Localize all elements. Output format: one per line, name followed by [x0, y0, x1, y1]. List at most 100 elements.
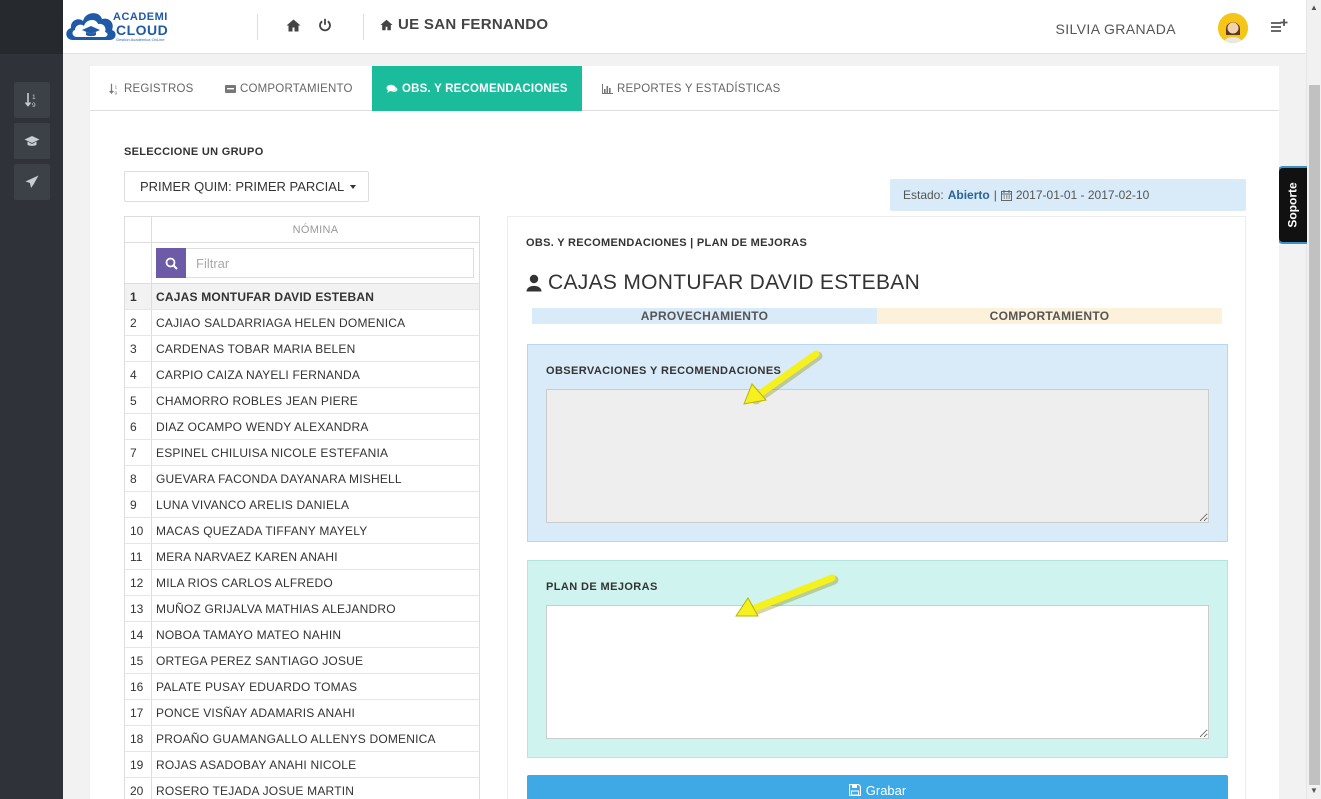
- table-row[interactable]: 10 MACAS QUEZADA TIFFANY MAYELY: [125, 518, 479, 544]
- main-panel: 19 REGISTROS COMPORTAMIENTO OBS. Y RECOM…: [90, 66, 1279, 799]
- academicloud-logo[interactable]: ACADEMI CLOUD Gestión Académica OnLine: [63, 6, 178, 48]
- save-button[interactable]: Grabar: [527, 775, 1228, 799]
- row-number: 6: [125, 414, 152, 439]
- comments-icon: [386, 84, 398, 93]
- observaciones-label: OBSERVACIONES Y RECOMENDACIONES: [546, 365, 782, 377]
- plan-mejoras-textarea[interactable]: [546, 605, 1209, 739]
- tab-reportes[interactable]: REPORTES Y ESTADÍSTICAS: [588, 66, 795, 111]
- floppy-disk-icon: [848, 784, 861, 796]
- table-row[interactable]: 11 MERA NARVAEZ KAREN ANAHI: [125, 544, 479, 570]
- row-number: 4: [125, 362, 152, 387]
- table-row[interactable]: 19 ROJAS ASADOBAY ANAHI NICOLE: [125, 752, 479, 778]
- sidebar-item-mensajes[interactable]: [14, 164, 50, 200]
- search-button[interactable]: [156, 248, 186, 278]
- tab-label: OBS. Y RECOMENDACIONES: [402, 82, 568, 95]
- table-row[interactable]: 3 CARDENAS TOBAR MARIA BELEN: [125, 336, 479, 362]
- group-dropdown-value: PRIMER QUIM: PRIMER PARCIAL: [140, 179, 345, 194]
- table-row[interactable]: 18 PROAÑO GUAMANGALLO ALLENYS DOMENICA: [125, 726, 479, 752]
- home-icon: [380, 19, 393, 30]
- table-row[interactable]: 16 PALATE PUSAY EDUARDO TOMAS: [125, 674, 479, 700]
- table-row[interactable]: 6 DIAZ OCAMPO WENDY ALEXANDRA: [125, 414, 479, 440]
- table-row[interactable]: 14 NOBOA TAMAYO MATEO NAHIN: [125, 622, 479, 648]
- nomina-title: NÓMINA: [292, 224, 339, 236]
- row-number: 12: [125, 570, 152, 595]
- student-name-cell: CARPIO CAIZA NAYELI FERNANDA: [156, 368, 361, 382]
- table-row[interactable]: 9 LUNA VIVANCO ARELIS DANIELA: [125, 492, 479, 518]
- table-row[interactable]: 20 ROSERO TEJADA JOSUE MARTIN: [125, 778, 479, 799]
- user-icon: [526, 274, 542, 292]
- student-name-cell: GUEVARA FACONDA DAYANARA MISHELL: [156, 472, 402, 486]
- estado-prefix: Estado:: [903, 188, 944, 202]
- row-number: 1: [125, 284, 152, 309]
- sidebar-item-registros[interactable]: 19: [14, 82, 50, 118]
- tab-registros[interactable]: 19 REGISTROS: [95, 66, 208, 111]
- student-name-cell: CARDENAS TOBAR MARIA BELEN: [156, 342, 356, 356]
- support-tab[interactable]: Soporte: [1277, 166, 1307, 244]
- row-number: 11: [125, 544, 152, 569]
- estado-separator: |: [993, 188, 997, 202]
- chevron-down-icon: [350, 184, 357, 189]
- user-name[interactable]: SILVIA GRANADA: [1056, 21, 1177, 37]
- row-number: 14: [125, 622, 152, 647]
- page-scrollbar[interactable]: ▲ ▼: [1306, 0, 1321, 799]
- user-avatar[interactable]: [1218, 13, 1248, 43]
- student-name-cell: MUÑOZ GRIJALVA MATHIAS ALEJANDRO: [156, 602, 396, 616]
- observaciones-box: OBSERVACIONES Y RECOMENDACIONES: [527, 344, 1228, 542]
- scroll-down-arrow[interactable]: ▼: [1310, 786, 1318, 795]
- search-icon: [165, 257, 178, 270]
- student-name-cell: PROAÑO GUAMANGALLO ALLENYS DOMENICA: [156, 732, 436, 746]
- filter-input[interactable]: Filtrar: [186, 248, 474, 278]
- table-row[interactable]: 4 CARPIO CAIZA NAYELI FERNANDA: [125, 362, 479, 388]
- calendar-icon: [1000, 189, 1012, 201]
- student-name-cell: ROSERO TEJADA JOSUE MARTIN: [156, 784, 355, 798]
- student-name-cell: PONCE VISÑAY ADAMARIS ANAHI: [156, 706, 356, 720]
- table-row[interactable]: 1 CAJAS MONTUFAR DAVID ESTEBAN: [125, 284, 479, 310]
- table-row[interactable]: 15 ORTEGA PEREZ SANTIAGO JOSUE: [125, 648, 479, 674]
- logo-tagline: Gestión Académica OnLine: [116, 37, 165, 42]
- row-number: 20: [125, 778, 152, 799]
- left-sidebar: 19: [0, 0, 63, 799]
- table-row[interactable]: 17 PONCE VISÑAY ADAMARIS ANAHI: [125, 700, 479, 726]
- scroll-up-arrow[interactable]: ▲: [1310, 3, 1318, 12]
- sidebar-item-grupos[interactable]: [14, 123, 50, 159]
- school-title[interactable]: UE SAN FERNANDO: [380, 16, 548, 33]
- logo-text-cloud: CLOUD: [116, 22, 169, 38]
- tab-obs-recomendaciones[interactable]: OBS. Y RECOMENDACIONES: [372, 66, 582, 111]
- group-dropdown[interactable]: PRIMER QUIM: PRIMER PARCIAL: [124, 171, 369, 202]
- table-row[interactable]: 2 CAJIAO SALDARRIAGA HELEN DOMENICA: [125, 310, 479, 336]
- menu-add-button[interactable]: [1270, 18, 1288, 36]
- row-number: 5: [125, 388, 152, 413]
- row-number: 9: [125, 492, 152, 517]
- sort-icon: 19: [25, 93, 36, 108]
- card-icon: [225, 84, 236, 93]
- student-name-cell: ROJAS ASADOBAY ANAHI NICOLE: [156, 758, 357, 772]
- student-name-cell: LUNA VIVANCO ARELIS DANIELA: [156, 498, 350, 512]
- student-name-cell: MILA RIOS CARLOS ALFREDO: [156, 576, 333, 590]
- table-row[interactable]: 5 CHAMORRO ROBLES JEAN PIERE: [125, 388, 479, 414]
- home-button[interactable]: [283, 15, 303, 35]
- row-number: 3: [125, 336, 152, 361]
- scroll-thumb[interactable]: [1309, 85, 1320, 785]
- row-number: 13: [125, 596, 152, 621]
- list-plus-icon: [1271, 19, 1288, 32]
- nomina-rows: 1 CAJAS MONTUFAR DAVID ESTEBAN 2 CAJIAO SAL…: [125, 284, 479, 799]
- row-number: 19: [125, 752, 152, 777]
- student-name-cell: ORTEGA PEREZ SANTIAGO JOSUE: [156, 654, 364, 668]
- table-row[interactable]: 13 MUÑOZ GRIJALVA MATHIAS ALEJANDRO: [125, 596, 479, 622]
- table-row[interactable]: 7 ESPINEL CHILUISA NICOLE ESTEFANIA: [125, 440, 479, 466]
- power-button[interactable]: [315, 15, 335, 35]
- student-name-cell: CHAMORRO ROBLES JEAN PIERE: [156, 394, 358, 408]
- tab-label: REPORTES Y ESTADÍSTICAS: [617, 82, 781, 95]
- graduation-cap-icon: [24, 136, 40, 146]
- support-tab-label: Soporte: [1286, 182, 1300, 228]
- observaciones-textarea[interactable]: [546, 389, 1209, 523]
- estado-dates: 2017-01-01 - 2017-02-10: [1015, 188, 1150, 202]
- table-row[interactable]: 8 GUEVARA FACONDA DAYANARA MISHELL: [125, 466, 479, 492]
- sort-icon: 19: [109, 83, 117, 95]
- table-row[interactable]: 12 MILA RIOS CARLOS ALFREDO: [125, 570, 479, 596]
- tab-label: COMPORTAMIENTO: [240, 82, 353, 95]
- sidebar-top-band: [0, 0, 63, 54]
- tab-bar: 19 REGISTROS COMPORTAMIENTO OBS. Y RECOM…: [90, 66, 1279, 111]
- tab-comportamiento[interactable]: COMPORTAMIENTO: [211, 66, 367, 111]
- row-number: 17: [125, 700, 152, 725]
